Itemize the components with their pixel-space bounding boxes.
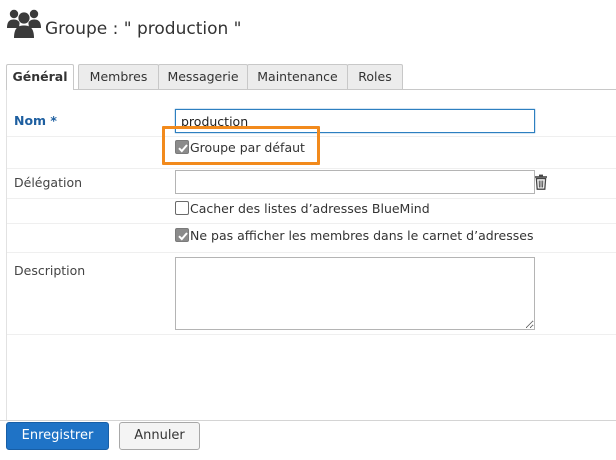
footer-divider bbox=[0, 420, 616, 421]
tab-divider bbox=[6, 89, 616, 90]
highlight-annotation bbox=[162, 126, 320, 165]
hide-members-label: Ne pas afficher les membres dans le carn… bbox=[190, 228, 534, 243]
hide-members-option[interactable]: Ne pas afficher les membres dans le carn… bbox=[175, 227, 535, 245]
check-icon bbox=[178, 232, 188, 241]
hide-from-lists-option[interactable]: Cacher des listes d’adresses BlueMind bbox=[175, 200, 435, 218]
hide-members-checkbox[interactable] bbox=[175, 228, 189, 242]
tab-bar: Général Membres Messagerie Maintenance R… bbox=[6, 64, 616, 90]
hide-from-lists-label: Cacher des listes d’adresses BlueMind bbox=[190, 201, 430, 216]
users-group-icon bbox=[7, 9, 41, 38]
panel-left-border bbox=[6, 89, 7, 421]
page-header: Groupe : " production " bbox=[0, 0, 616, 58]
tab-messagerie[interactable]: Messagerie bbox=[158, 64, 248, 89]
page-title: Groupe : " production " bbox=[45, 19, 242, 39]
row-separator bbox=[7, 334, 616, 335]
description-label: Description bbox=[14, 263, 86, 278]
row-separator bbox=[7, 168, 616, 169]
description-textarea[interactable] bbox=[175, 257, 535, 330]
tab-general[interactable]: Général bbox=[6, 64, 74, 90]
delegation-input[interactable] bbox=[175, 170, 535, 194]
row-separator bbox=[7, 252, 616, 253]
name-label: Nom * bbox=[14, 113, 57, 128]
delegation-label: Délégation bbox=[14, 175, 83, 190]
hide-from-lists-checkbox[interactable] bbox=[175, 201, 189, 215]
row-separator bbox=[7, 223, 616, 224]
save-button[interactable]: Enregistrer bbox=[6, 422, 109, 450]
tab-membres[interactable]: Membres bbox=[78, 64, 159, 89]
trash-icon[interactable] bbox=[534, 174, 548, 190]
tab-roles[interactable]: Roles bbox=[347, 64, 403, 89]
tab-maintenance[interactable]: Maintenance bbox=[247, 64, 348, 89]
row-separator bbox=[7, 198, 616, 199]
cancel-button[interactable]: Annuler bbox=[119, 422, 200, 450]
